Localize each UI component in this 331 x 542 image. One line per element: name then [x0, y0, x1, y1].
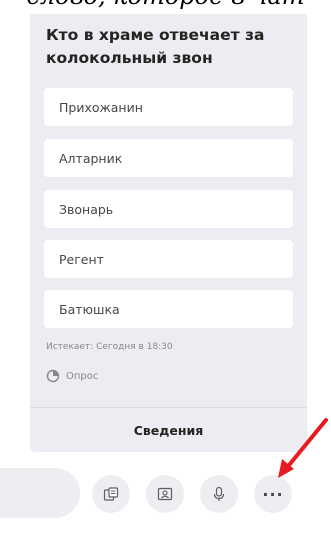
poll-chart-icon [46, 369, 60, 383]
contact-card-button[interactable] [146, 475, 184, 513]
poll-option-4[interactable]: Регент [44, 240, 293, 278]
poll-type: Опрос [46, 369, 98, 383]
poll-option-3[interactable]: Звонарь [44, 190, 293, 228]
poll-card: Кто в храме отвечает за колокольный звон… [30, 14, 307, 452]
details-button[interactable]: Сведения [30, 408, 307, 452]
microphone-icon [211, 486, 227, 502]
poll-option-1[interactable]: Прихожанин [44, 88, 293, 126]
microphone-button[interactable] [200, 475, 238, 513]
more-options-button[interactable]: ··· [254, 475, 292, 513]
message-compose-box[interactable] [0, 468, 80, 518]
forms-button[interactable] [92, 475, 130, 513]
poll-option-5[interactable]: Батюшка [44, 290, 293, 328]
poll-type-label: Опрос [66, 370, 99, 382]
more-options-icon: ··· [262, 484, 284, 504]
poll-option-2[interactable]: Алтарник [44, 139, 293, 177]
poll-question: Кто в храме отвечает за колокольный звон [46, 26, 265, 67]
poll-expiration: Истекает: Сегодня в 18:30 [46, 342, 173, 352]
page-caption: слово, которое в чат [0, 0, 331, 10]
forms-icon [103, 486, 119, 502]
contact-card-icon [157, 486, 173, 502]
